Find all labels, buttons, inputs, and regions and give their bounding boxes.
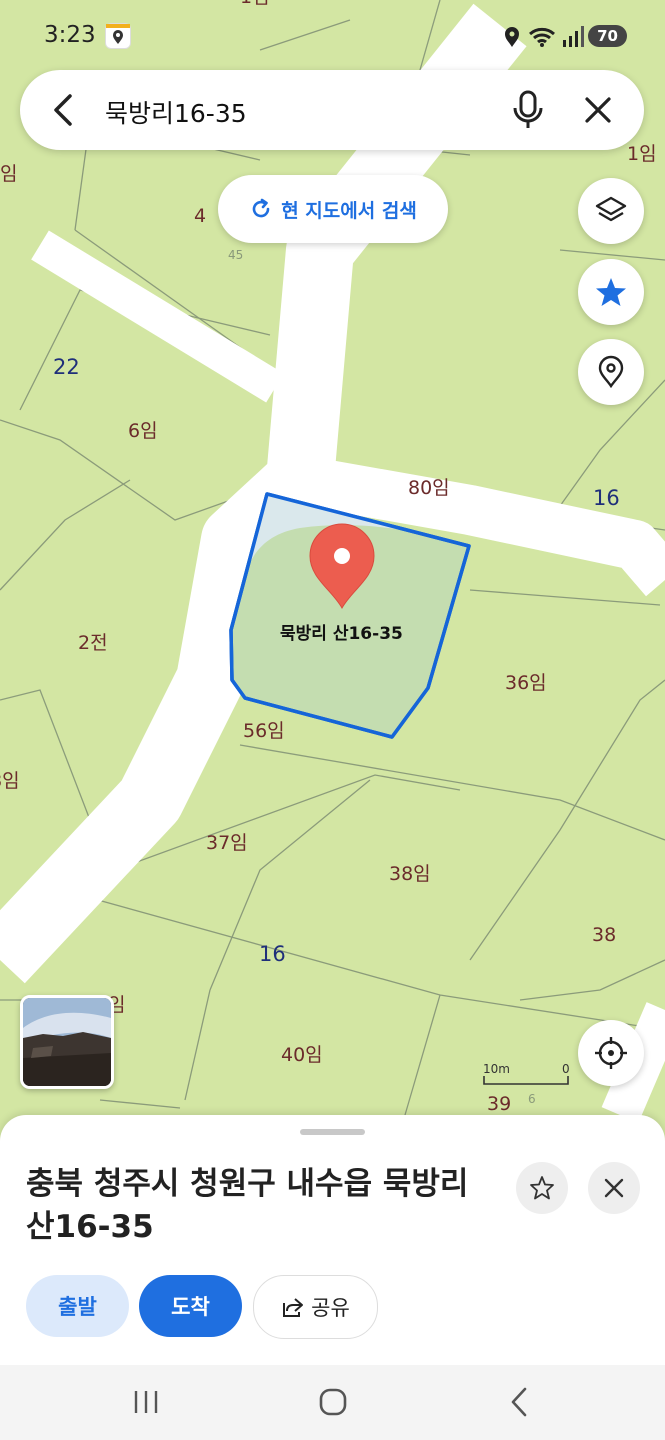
- recent-apps-icon[interactable]: [130, 1387, 164, 1421]
- refresh-icon: [252, 198, 270, 218]
- map-label: 56임: [243, 720, 285, 742]
- status-time: 3:23: [44, 22, 96, 48]
- map-label: 37임: [206, 832, 248, 854]
- arrive-button[interactable]: 도착: [139, 1275, 242, 1337]
- search-input[interactable]: 묵방리16-35: [105, 94, 247, 130]
- map-label: 38: [592, 924, 617, 946]
- close-sheet-button[interactable]: [588, 1162, 640, 1214]
- location-pin-icon: [598, 355, 624, 389]
- share-label: 공유: [311, 1296, 350, 1320]
- map-label: 22: [53, 355, 80, 379]
- favorites-button[interactable]: [578, 259, 644, 325]
- share-icon: [283, 1298, 304, 1317]
- map-label: 6임: [128, 420, 158, 442]
- parcel-label: 묵방리 산16-35: [280, 624, 403, 644]
- my-location-icon: [595, 1037, 627, 1069]
- place-marker-button[interactable]: [578, 339, 644, 405]
- map-label: 1임: [627, 143, 657, 165]
- map-label: 40임: [281, 1044, 323, 1066]
- app-notification-icon: [106, 24, 130, 48]
- nav-back-icon[interactable]: [505, 1385, 535, 1423]
- map-label: 4: [194, 205, 207, 227]
- map-view[interactable]: 1임 1임 임 4 45 22 6임 80임 16 2전 36임 56임 8임 …: [0, 0, 665, 1140]
- street-view-thumbnail[interactable]: [20, 995, 114, 1089]
- map-label: 6: [528, 1092, 536, 1106]
- mic-icon[interactable]: [510, 90, 546, 134]
- map-label: 16: [593, 486, 620, 510]
- street-view-image: [23, 998, 111, 1086]
- close-icon[interactable]: [582, 94, 614, 130]
- map-label: 36임: [505, 672, 547, 694]
- map-label: 8임: [0, 770, 20, 792]
- system-navigation-bar: [0, 1365, 665, 1440]
- favorite-button[interactable]: [516, 1162, 568, 1214]
- search-this-area-label: 현 지도에서 검색: [281, 199, 417, 222]
- map-label: 80임: [408, 477, 450, 499]
- wifi-icon: [529, 27, 555, 47]
- back-icon[interactable]: [48, 92, 82, 132]
- map-label: 45: [228, 248, 244, 262]
- map-base: [0, 0, 665, 1123]
- search-this-area-button[interactable]: 현 지도에서 검색: [218, 175, 448, 243]
- depart-button[interactable]: 출발: [26, 1275, 129, 1337]
- map-label: 2전: [78, 632, 108, 654]
- sheet-drag-handle[interactable]: [300, 1129, 365, 1135]
- search-bar[interactable]: 묵방리16-35: [20, 70, 644, 150]
- depart-label: 출발: [58, 1295, 97, 1319]
- signal-icon: [563, 26, 584, 47]
- layers-button[interactable]: [578, 178, 644, 244]
- battery-indicator: 70: [588, 25, 627, 47]
- close-icon: [604, 1178, 624, 1198]
- place-detail-sheet[interactable]: 충북 청주시 청원구 내수읍 묵방리 산16-35 출발 도착 공유: [0, 1115, 665, 1365]
- layers-icon: [595, 196, 627, 222]
- status-bar: 3:23 70: [0, 0, 665, 70]
- star-icon: [596, 278, 626, 306]
- star-outline-icon: [530, 1176, 554, 1200]
- location-status-icon: [505, 27, 519, 47]
- map-label: 38임: [389, 863, 431, 885]
- share-button[interactable]: 공유: [253, 1275, 378, 1339]
- map-label: 임: [0, 163, 18, 185]
- my-location-button[interactable]: [578, 1020, 644, 1086]
- map-label: 16: [259, 942, 286, 966]
- home-icon[interactable]: [318, 1387, 348, 1421]
- map-label: 39: [487, 1093, 512, 1115]
- place-address: 충북 청주시 청원구 내수읍 묵방리 산16-35: [26, 1166, 469, 1245]
- arrive-label: 도착: [171, 1295, 210, 1319]
